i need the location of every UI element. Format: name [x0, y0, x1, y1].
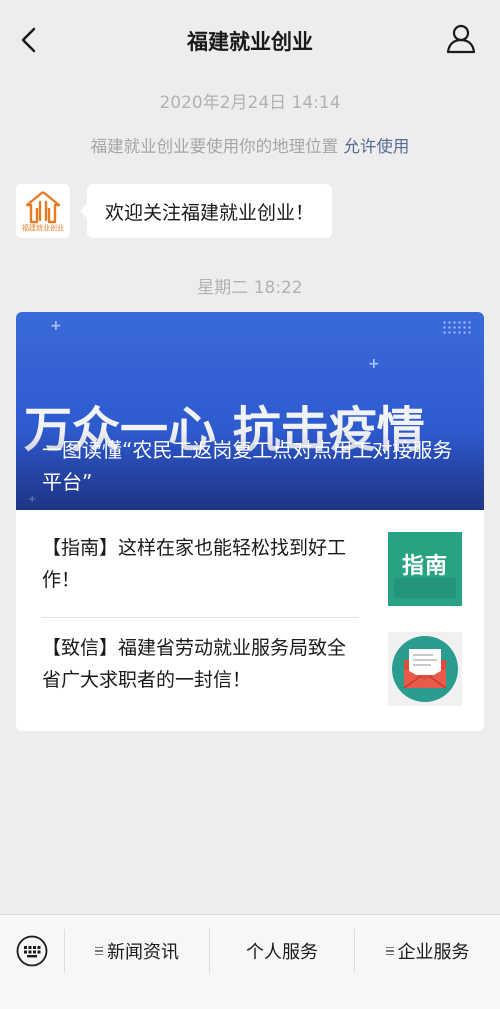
envelope-icon [392, 636, 458, 702]
location-notice: 福建就业创业要使用你的地理位置 允许使用 [0, 133, 500, 157]
article-banner[interactable]: + + + 万众一心 抗击疫情 一图读懂“农民工返岗复工点对点用工对接服务平台” [16, 312, 484, 510]
chat-timestamp: 星期二 18:22 [197, 278, 303, 298]
person-icon[interactable] [444, 22, 478, 56]
guide-thumbnail-label: 指南 [401, 554, 448, 579]
decor-plus-icon: + [50, 318, 62, 334]
avatar-caption: 福建就业创业 [22, 224, 64, 232]
decor-dots [442, 320, 472, 336]
avatar[interactable]: 福建就业创业 [16, 184, 70, 238]
menu-news[interactable]: 新闻资讯 [65, 915, 209, 987]
article-item-guide[interactable]: 【指南】这样在家也能轻松找到好工作！ 指南 [42, 532, 462, 618]
page-title: 福建就业创业 [187, 30, 313, 54]
menu-enterprise-service-label: 企业服务 [397, 942, 470, 963]
allow-location-link[interactable]: 允许使用 [343, 137, 409, 156]
banner-article-title: 一图读懂“农民工返岗复工点对点用工对接服务平台” [42, 438, 453, 494]
welcome-message-bubble: 欢迎关注福建就业创业！ [79, 184, 333, 238]
letter-thumbnail [388, 632, 462, 706]
submenu-lines-icon [95, 945, 103, 958]
submenu-lines-icon [385, 945, 394, 958]
article-card: + + + 万众一心 抗击疫情 一图读懂“农民工返岗复工点对点用工对接服务平台”… [16, 312, 484, 731]
menu-personal-service-label: 个人服务 [246, 942, 318, 963]
menu-enterprise-service[interactable]: 企业服务 [355, 915, 500, 987]
article-item-letter[interactable]: 【致信】福建省劳动就业服务局致全省广大求职者的一封信！ [42, 632, 462, 718]
article-divider [42, 617, 358, 618]
guide-thumbnail: 指南 [388, 532, 462, 606]
location-notice-text: 福建就业创业要使用你的地理位置 [90, 137, 339, 156]
brand-logo-icon [25, 191, 61, 224]
guide-thumbnail-band [394, 578, 456, 598]
decor-plus-icon: + [368, 356, 380, 372]
article-title: 【致信】福建省劳动就业服务局致全省广大求职者的一封信！ [42, 637, 347, 691]
menu-news-label: 新闻资讯 [107, 942, 179, 963]
nav-bar: 福建就业创业 [0, 0, 500, 80]
keyboard-icon[interactable] [16, 935, 48, 967]
article-title: 【指南】这样在家也能轻松找到好工作！ [42, 537, 347, 591]
bottom-menu-bar: 新闻资讯 个人服务 企业服务 [0, 914, 500, 1009]
chat-timestamp: 2020年2月24日 14:14 [159, 93, 341, 113]
menu-personal-service[interactable]: 个人服务 [210, 915, 354, 987]
